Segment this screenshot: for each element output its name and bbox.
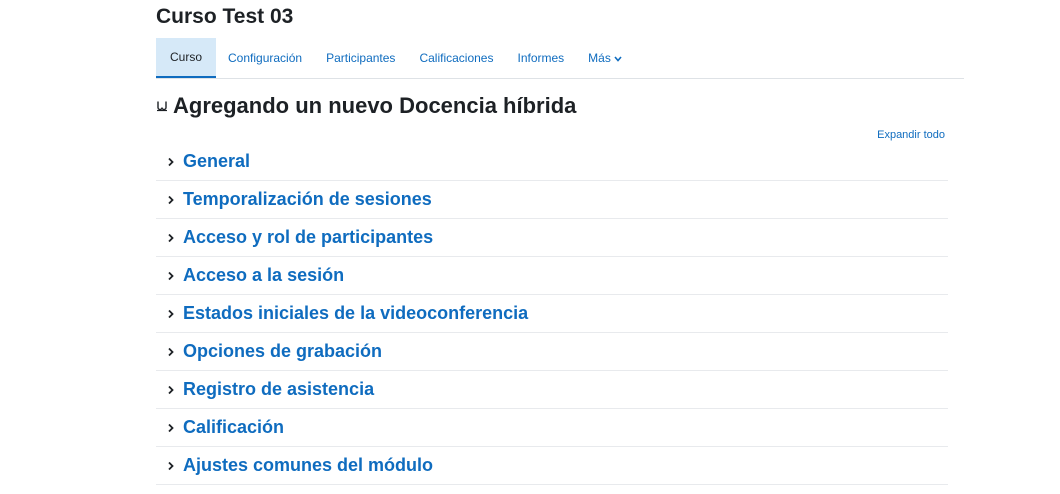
- course-title: Curso Test 03: [156, 5, 294, 28]
- chevron-right-icon: [164, 309, 178, 319]
- section-label: Ajustes comunes del módulo: [183, 455, 434, 475]
- chevron-right-icon: [164, 233, 178, 243]
- chevron-down-icon: [614, 54, 622, 64]
- tab-informes[interactable]: Informes: [505, 38, 576, 78]
- page: Curso Test 03 Curso Configuración Partic…: [0, 0, 1060, 494]
- section-label: Acceso a la sesión: [183, 265, 345, 285]
- chevron-right-icon: [164, 195, 178, 205]
- section-registro-asistencia[interactable]: Registro de asistencia: [156, 371, 948, 409]
- form-sections: General Temporalización de sesiones Acce…: [156, 143, 948, 485]
- section-opciones-grabacion[interactable]: Opciones de grabación: [156, 333, 948, 371]
- chevron-right-icon: [164, 461, 178, 471]
- section-acceso-rol[interactable]: Acceso y rol de participantes: [156, 219, 948, 257]
- section-label: Registro de asistencia: [183, 379, 375, 399]
- tab-mas[interactable]: Más: [576, 38, 634, 78]
- chevron-right-icon: [164, 385, 178, 395]
- section-temporalizacion[interactable]: Temporalización de sesiones: [156, 181, 948, 219]
- chevron-right-icon: [164, 271, 178, 281]
- tab-participantes[interactable]: Participantes: [314, 38, 407, 78]
- section-label: General: [183, 151, 251, 171]
- chevron-right-icon: [164, 157, 178, 167]
- page-heading-text: Agregando un nuevo Docencia híbrida: [173, 93, 577, 118]
- page-heading: Agregando un nuevo Docencia híbrida: [156, 92, 576, 120]
- bigbluebutton-icon: [156, 100, 168, 112]
- section-label: Temporalización de sesiones: [183, 189, 432, 209]
- tab-configuracion[interactable]: Configuración: [216, 38, 314, 78]
- section-label: Calificación: [183, 417, 285, 437]
- expand-all-link[interactable]: Expandir todo: [877, 129, 945, 141]
- section-calificacion[interactable]: Calificación: [156, 409, 948, 447]
- section-label: Estados iniciales de la videoconferencia: [183, 303, 529, 323]
- tab-mas-label: Más: [588, 51, 611, 65]
- section-label: Acceso y rol de participantes: [183, 227, 434, 247]
- section-general[interactable]: General: [156, 143, 948, 181]
- section-ajustes-comunes[interactable]: Ajustes comunes del módulo: [156, 447, 948, 485]
- section-estados-iniciales[interactable]: Estados iniciales de la videoconferencia: [156, 295, 948, 333]
- section-label: Opciones de grabación: [183, 341, 383, 361]
- section-acceso-sesion[interactable]: Acceso a la sesión: [156, 257, 948, 295]
- chevron-right-icon: [164, 423, 178, 433]
- secondary-navigation: Curso Configuración Participantes Califi…: [156, 38, 964, 79]
- tab-calificaciones[interactable]: Calificaciones: [407, 38, 505, 78]
- tab-curso[interactable]: Curso: [156, 38, 217, 78]
- chevron-right-icon: [164, 347, 178, 357]
